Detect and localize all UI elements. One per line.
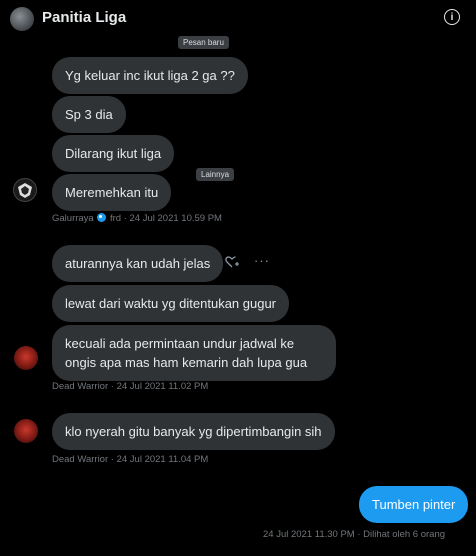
- badge-icon: [97, 213, 107, 222]
- own-message-meta: 24 Jul 2021 11.30 PM · Dilihat oleh 6 or…: [263, 529, 446, 540]
- message-bubble[interactable]: kecuali ada permintaan undur jadwal ke o…: [52, 325, 336, 381]
- conversation-header: Panitia Liga i: [0, 0, 476, 36]
- message-bubble[interactable]: klo nyerah gitu banyak yg dipertimbangin…: [52, 413, 335, 450]
- group-avatar[interactable]: [10, 7, 34, 31]
- message-meta: Dead Warrior · 24 Jul 2021 11.04 PM: [52, 454, 209, 465]
- info-icon[interactable]: i: [444, 9, 460, 25]
- message-meta: Galurraya frd · 24 Jul 2021 10.59 PM: [52, 213, 222, 224]
- message-meta: Dead Warrior · 24 Jul 2021 11.02 PM: [52, 381, 209, 392]
- dead-warrior-avatar-icon[interactable]: [14, 419, 38, 443]
- conversation-title[interactable]: Panitia Liga: [42, 9, 126, 26]
- new-message-tooltip: Pesan baru: [178, 36, 229, 49]
- message-bubble[interactable]: aturannya kan udah jelas: [52, 245, 224, 282]
- message-bubble[interactable]: Dilarang ikut liga: [52, 135, 175, 172]
- react-heart-icon[interactable]: [225, 255, 239, 272]
- more-options-icon[interactable]: ···: [254, 253, 270, 268]
- message-bubble[interactable]: lewat dari waktu yg ditentukan gugur: [52, 285, 290, 322]
- dead-warrior-avatar-icon[interactable]: [14, 346, 38, 370]
- message-bubble[interactable]: Meremehkan itu: [52, 174, 172, 211]
- message-bubble[interactable]: Yg keluar inc ikut liga 2 ga ??: [52, 57, 248, 94]
- more-tooltip: Lainnya: [196, 168, 235, 181]
- message-bubble[interactable]: Sp 3 dia: [52, 96, 126, 133]
- sender-avatar[interactable]: [13, 178, 37, 202]
- own-message-bubble[interactable]: Tumben pinter: [359, 486, 469, 523]
- galurraya-logo-icon: [18, 183, 32, 198]
